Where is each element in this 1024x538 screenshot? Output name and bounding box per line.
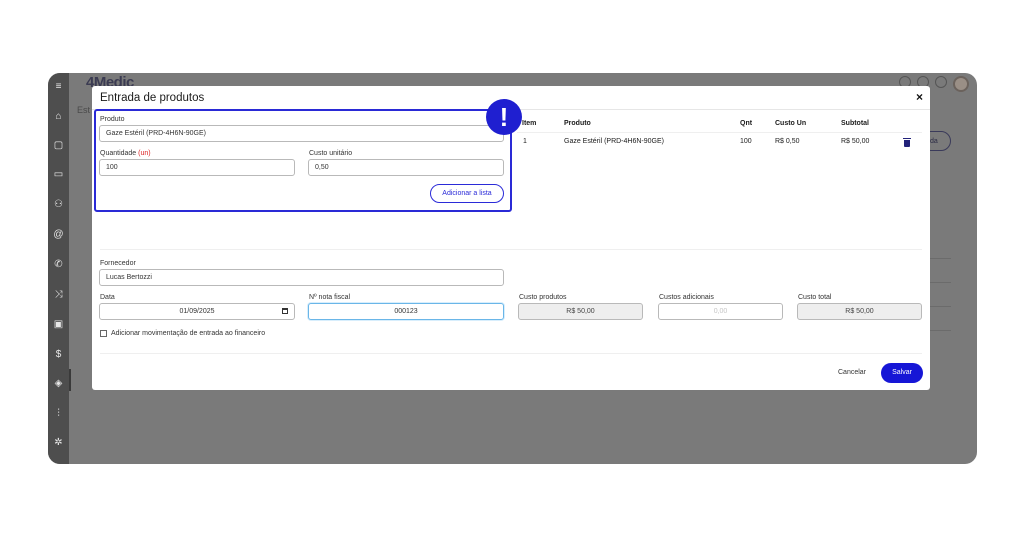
clipboard-icon[interactable]: ▣: [53, 319, 64, 330]
menu-icon[interactable]: ≡: [53, 81, 64, 92]
users-icon[interactable]: ⚇: [53, 199, 64, 210]
header-item: Item: [522, 120, 537, 127]
nota-fiscal-label: Nº nota fiscal: [309, 294, 351, 301]
row-qnt: 100: [740, 138, 752, 145]
close-icon[interactable]: ×: [916, 90, 923, 104]
calendar-icon[interactable]: ▢: [53, 140, 64, 151]
fornecedor-input[interactable]: Lucas Bertozzi: [99, 269, 504, 286]
produto-input[interactable]: Gaze Estéril (PRD-4H6N-90GE): [99, 125, 504, 142]
header-custo-un: Custo Un: [775, 120, 807, 127]
help-icon[interactable]: [935, 76, 947, 88]
header-produto: Produto: [564, 120, 591, 127]
data-input[interactable]: 01/09/2025: [99, 303, 295, 320]
custo-produtos-label: Custo produtos: [519, 294, 567, 301]
row-custo-un: R$ 0,50: [775, 138, 800, 145]
nota-fiscal-input[interactable]: 000123: [308, 303, 504, 320]
custo-total-label: Custo total: [798, 294, 832, 301]
row-subtotal: R$ 50,00: [841, 138, 870, 145]
section-divider: [100, 249, 922, 250]
data-value: 01/09/2025: [179, 308, 215, 315]
inbox-icon[interactable]: ▭: [53, 169, 64, 180]
save-button[interactable]: Salvar: [881, 363, 923, 383]
quantidade-unit: (un): [138, 150, 151, 157]
sidebar-active-indicator: [69, 369, 71, 391]
custos-adicionais-input[interactable]: 0,00: [658, 303, 783, 320]
produto-label: Produto: [100, 116, 125, 123]
adicionar-lista-button[interactable]: Adicionar a lista: [430, 184, 504, 203]
data-label: Data: [100, 294, 115, 301]
quantidade-label-text: Quantidade: [100, 150, 137, 157]
avatar[interactable]: [953, 76, 969, 92]
settings-icon[interactable]: ✲: [53, 437, 64, 448]
quantidade-input[interactable]: 100: [99, 159, 295, 176]
financeiro-checkbox-label[interactable]: Adicionar movimentação de entrada ao fin…: [111, 330, 265, 337]
row-produto: Gaze Estéril (PRD-4H6N-90GE): [564, 138, 664, 145]
footer-divider: [100, 353, 922, 354]
box-icon[interactable]: ◈: [53, 378, 64, 389]
shuffle-icon[interactable]: ⤨: [53, 289, 64, 300]
app-sidebar: ≡ ⌂ ▢ ▭ ⚇ @ ✆ ⤨ ▣ $ ◈ ⫶ ✲: [48, 73, 71, 464]
custo-produtos-input: R$ 50,00: [518, 303, 643, 320]
breadcrumb: Est: [77, 105, 91, 115]
table-header-divider: [517, 132, 922, 133]
financeiro-checkbox[interactable]: [100, 330, 107, 337]
cancel-button[interactable]: Cancelar: [838, 369, 866, 376]
quantidade-label: Quantidade (un): [100, 150, 151, 157]
trash-icon[interactable]: [903, 138, 911, 147]
dollar-icon[interactable]: $: [53, 349, 64, 360]
phone-icon[interactable]: ✆: [53, 259, 64, 270]
chart-icon[interactable]: ⫶: [53, 408, 64, 419]
at-icon[interactable]: @: [53, 229, 64, 240]
alert-icon: !: [486, 99, 522, 135]
header-qnt: Qnt: [740, 120, 753, 127]
home-icon[interactable]: ⌂: [53, 111, 64, 122]
row-item: 1: [523, 138, 527, 145]
calendar-picker-icon[interactable]: [282, 308, 288, 314]
custo-total-input: R$ 50,00: [797, 303, 922, 320]
header-subtotal: Subtotal: [841, 120, 869, 127]
modal-title: Entrada de produtos: [100, 92, 205, 104]
custo-unitario-input[interactable]: 0,50: [308, 159, 504, 176]
fornecedor-label: Fornecedor: [100, 260, 136, 267]
custo-unitario-label: Custo unitário: [309, 150, 353, 157]
custos-adicionais-label: Custos adicionais: [659, 294, 714, 301]
